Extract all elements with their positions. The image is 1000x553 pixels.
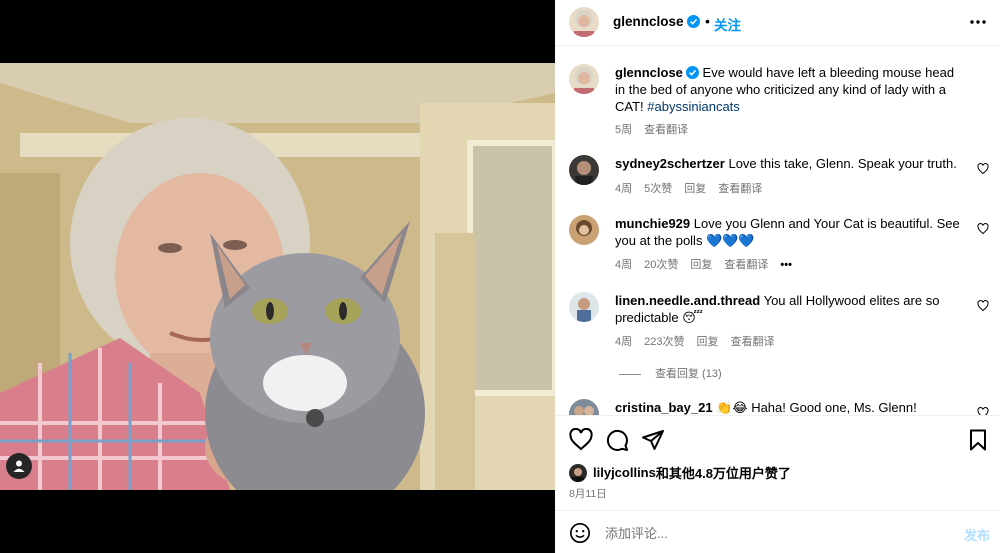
- author-username[interactable]: glennclose: [613, 14, 700, 29]
- bookmark-icon[interactable]: [966, 428, 990, 452]
- heart-icon[interactable]: [569, 428, 593, 452]
- comment-likes[interactable]: 5次赞: [644, 183, 672, 195]
- comment-item: sydney2schertzer Love this take, Glenn. …: [569, 155, 989, 205]
- liked-by-username[interactable]: lilyjcollins: [593, 465, 656, 480]
- caption-translate-link[interactable]: 查看翻译: [644, 124, 688, 136]
- comment-item: linen.needle.and.thread You all Hollywoo…: [569, 292, 989, 358]
- comment-likes[interactable]: 20次赞: [644, 259, 678, 271]
- verified-badge-icon: [686, 15, 700, 28]
- likes-count-text[interactable]: 和其他4.8万位用户赞了: [656, 463, 791, 482]
- comment-username[interactable]: linen.needle.and.thread: [615, 293, 760, 308]
- comment-likes[interactable]: 223次赞: [644, 336, 684, 348]
- comment-username[interactable]: sydney2schertzer: [615, 156, 725, 171]
- view-replies-button[interactable]: 查看回复 (13): [619, 365, 722, 381]
- comment-meta: 4周 223次赞 回复 查看翻译: [615, 333, 786, 349]
- comment-heart-icon[interactable]: [977, 163, 989, 175]
- comment-reply-button[interactable]: 回复: [684, 183, 706, 195]
- comment-item: munchie929 Love you Glenn and Your Cat i…: [569, 215, 989, 281]
- comment-meta: 4周 5次赞 回复 查看翻译: [615, 180, 774, 196]
- comment-more-icon[interactable]: •••: [780, 259, 792, 271]
- post-side-panel: glennclose • 关注 glennclose Eve would hav…: [555, 0, 1000, 553]
- comment-age: 4周: [615, 336, 633, 348]
- caption-body: glennclose Eve would have left a bleedin…: [615, 64, 965, 115]
- follow-button[interactable]: 关注: [714, 14, 741, 34]
- post-header: glennclose • 关注: [555, 0, 1000, 46]
- comment-icon[interactable]: [605, 428, 629, 452]
- comment-heart-icon[interactable]: [977, 407, 989, 415]
- comment-item: cristina_bay_21 👏😂 Haha! Good one, Ms. G…: [569, 399, 989, 415]
- verified-badge-icon: [685, 66, 699, 79]
- caption-meta: 5周 查看翻译: [615, 121, 700, 137]
- comment-text: Love this take, Glenn. Speak your truth.: [728, 156, 957, 171]
- comment-reply-button[interactable]: 回复: [690, 259, 712, 271]
- comment-body: sydney2schertzer Love this take, Glenn. …: [615, 155, 965, 172]
- comment-username[interactable]: cristina_bay_21: [615, 400, 713, 415]
- photo-illustration: [0, 63, 555, 490]
- comment-heart-icon[interactable]: [977, 300, 989, 312]
- user-tag-icon: [13, 460, 25, 472]
- author-avatar[interactable]: [569, 7, 599, 37]
- comment-translate-link[interactable]: 查看翻译: [718, 183, 762, 195]
- comment-text: 👏😂 Haha! Good one, Ms. Glenn!: [716, 400, 917, 415]
- caption-hashtag-link[interactable]: #abyssiniancats: [647, 99, 740, 114]
- user-tag-button[interactable]: [6, 453, 32, 479]
- comment-age: 4周: [615, 183, 633, 195]
- share-icon[interactable]: [641, 428, 665, 452]
- post-photo[interactable]: [0, 63, 555, 490]
- post-action-bar: [555, 415, 1000, 465]
- comment-age: 4周: [615, 259, 633, 271]
- caption-username[interactable]: glennclose: [615, 65, 683, 80]
- comment-body: cristina_bay_21 👏😂 Haha! Good one, Ms. G…: [615, 399, 965, 415]
- view-replies-label: 查看回复 (13): [655, 368, 722, 380]
- post-date[interactable]: 8月11日: [569, 486, 607, 501]
- comment-reply-button[interactable]: 回复: [696, 336, 718, 348]
- likes-summary[interactable]: lilyjcollins 和其他4.8万位用户赞了: [569, 463, 791, 482]
- more-horizontal-icon[interactable]: [970, 12, 986, 32]
- post-caption: glennclose Eve would have left a bleedin…: [569, 64, 989, 144]
- comment-input[interactable]: [605, 523, 935, 543]
- commenter-avatar[interactable]: [569, 292, 599, 322]
- comment-heart-icon[interactable]: [977, 223, 989, 235]
- liker-avatar: [569, 463, 587, 482]
- comment-body: munchie929 Love you Glenn and Your Cat i…: [615, 215, 965, 249]
- comment-meta: 4周 20次赞 回复 查看翻译 •••: [615, 256, 804, 272]
- comment-translate-link[interactable]: 查看翻译: [730, 336, 774, 348]
- emoji-icon[interactable]: [569, 522, 591, 544]
- comment-username[interactable]: munchie929: [615, 216, 690, 231]
- commenter-avatar[interactable]: [569, 155, 599, 185]
- comment-composer: 发布: [555, 510, 1000, 553]
- caption-age: 5周: [615, 124, 633, 136]
- commenter-avatar[interactable]: [569, 215, 599, 245]
- comments-list[interactable]: glennclose Eve would have left a bleedin…: [555, 47, 1000, 415]
- media-panel: [0, 0, 555, 553]
- replies-divider-line: [619, 373, 641, 375]
- comment-body: linen.needle.and.thread You all Hollywoo…: [615, 292, 965, 326]
- commenter-avatar[interactable]: [569, 399, 599, 415]
- author-avatar[interactable]: [569, 64, 599, 94]
- separator-dot: •: [705, 13, 710, 29]
- comment-translate-link[interactable]: 查看翻译: [724, 259, 768, 271]
- post-comment-button[interactable]: 发布: [964, 525, 990, 544]
